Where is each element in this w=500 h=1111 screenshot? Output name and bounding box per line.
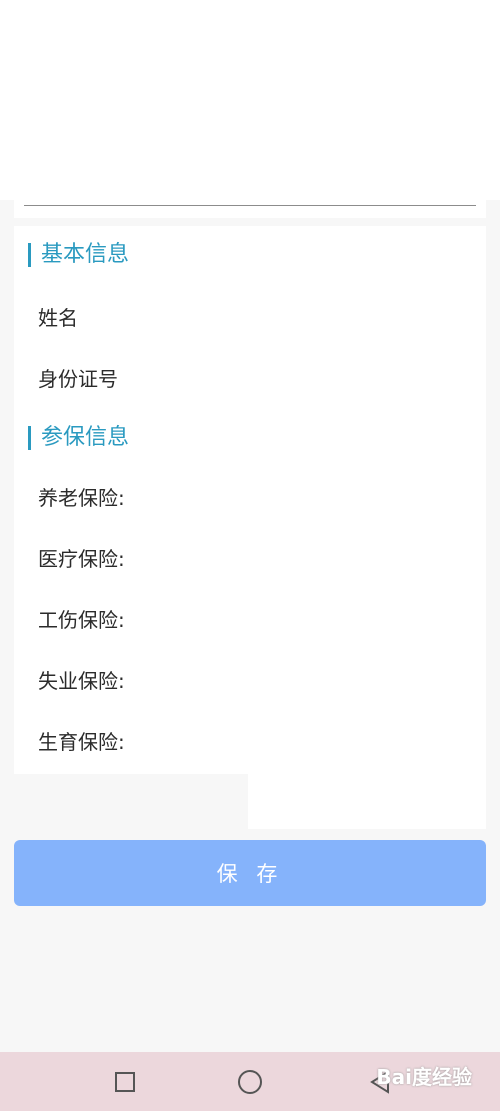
field-unemployment-insurance[interactable]: 失业保险: — [38, 669, 125, 693]
home-button[interactable] — [220, 1052, 280, 1111]
section-title-basic: 基本信息 — [28, 243, 129, 267]
circle-home-icon — [238, 1069, 262, 1094]
card-extension — [248, 774, 486, 829]
field-name[interactable]: 姓名 — [38, 306, 78, 330]
section-title-insurance: 参保信息 — [28, 426, 129, 450]
square-recents-icon — [115, 1071, 135, 1092]
field-injury-insurance[interactable]: 工伤保险: — [38, 608, 125, 632]
top-blank-area — [0, 0, 500, 200]
field-pension-insurance[interactable]: 养老保险: — [38, 486, 125, 510]
field-id-number[interactable]: 身份证号 — [38, 367, 118, 391]
field-maternity-insurance[interactable]: 生育保险: — [38, 730, 125, 754]
field-medical-insurance[interactable]: 医疗保险: — [38, 547, 125, 571]
input-underline — [24, 205, 476, 206]
recents-button[interactable] — [95, 1052, 155, 1111]
watermark: Bai度经验 — [376, 1065, 472, 1089]
top-input-card[interactable] — [14, 196, 486, 218]
info-card: 基本信息 姓名 身份证号 参保信息 养老保险: 医疗保险: 工伤保险: 失业保险… — [14, 226, 486, 829]
save-button[interactable]: 保 存 — [14, 840, 486, 906]
